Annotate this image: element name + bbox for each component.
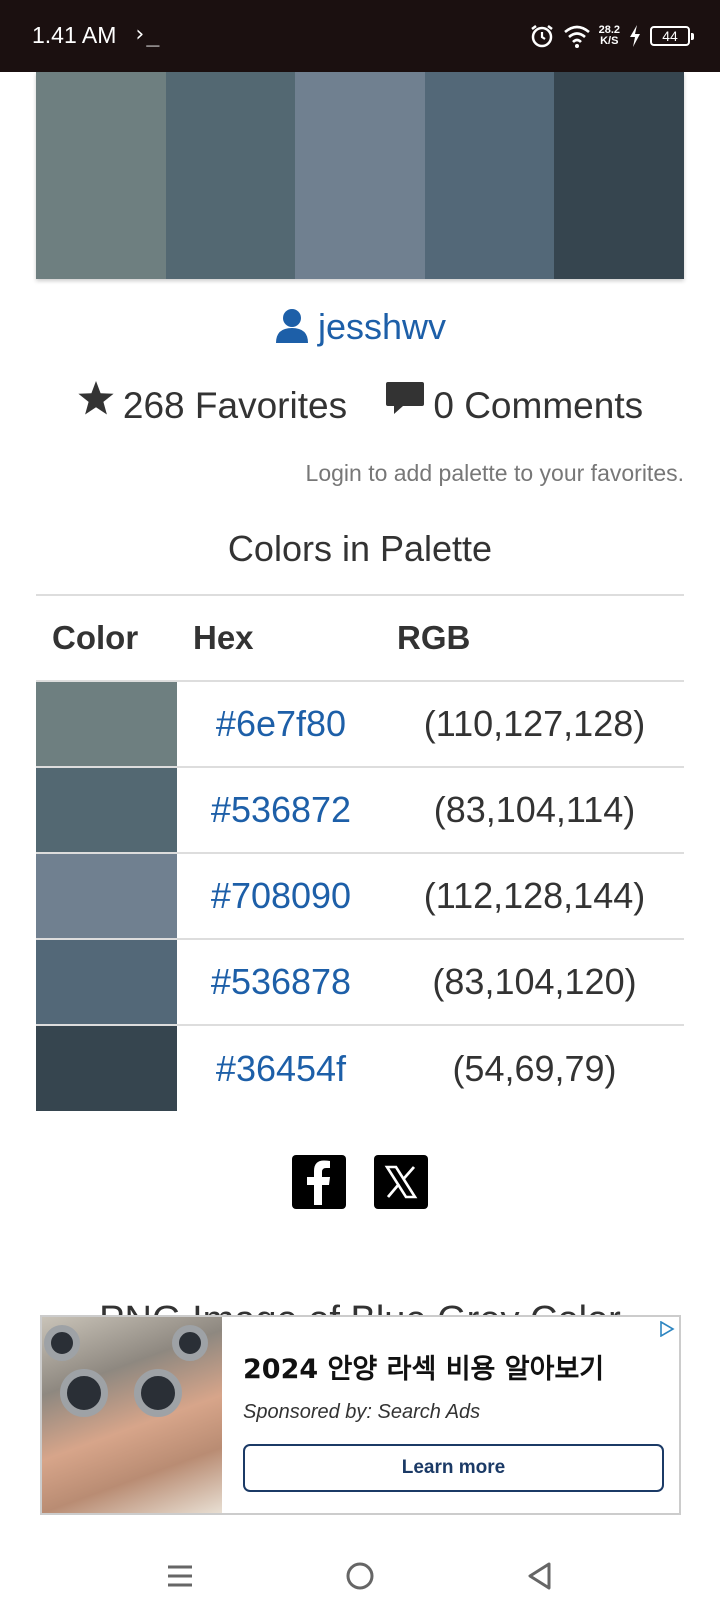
navigation-bar bbox=[0, 1538, 720, 1612]
login-note[interactable]: Login to add palette to your favorites. bbox=[306, 460, 684, 487]
hex-value[interactable]: #536878 bbox=[177, 939, 385, 1026]
home-icon[interactable] bbox=[342, 1558, 378, 1594]
color-swatch bbox=[36, 1025, 177, 1111]
ad-image-lens bbox=[60, 1369, 108, 1417]
ad-image-lens bbox=[172, 1325, 208, 1361]
palette-swatch[interactable] bbox=[36, 72, 166, 279]
section-title: Colors in Palette bbox=[227, 528, 493, 569]
alarm-icon bbox=[530, 25, 553, 48]
author-link[interactable]: jesshwv bbox=[0, 306, 720, 348]
palette-swatch[interactable] bbox=[554, 72, 684, 279]
palette-stats: 268 Favorites 0 Comments bbox=[0, 380, 720, 427]
ad-choices-icon[interactable] bbox=[659, 1321, 675, 1337]
status-icons: 28.2 K/S 44 bbox=[529, 18, 694, 54]
rgb-value: (112,128,144) bbox=[385, 853, 684, 940]
wifi-icon bbox=[563, 25, 590, 48]
ad-image-lens bbox=[134, 1369, 182, 1417]
back-icon[interactable] bbox=[522, 1558, 558, 1594]
comment-icon bbox=[386, 382, 425, 414]
color-swatch bbox=[36, 767, 177, 854]
rgb-value: (54,69,79) bbox=[452, 1047, 617, 1089]
table-row: #536878 (83,104,120) bbox=[36, 939, 684, 1026]
ad-image[interactable] bbox=[42, 1317, 222, 1513]
favorites-count: 268 Favorites bbox=[122, 385, 348, 426]
rgb-value: (83,104,114) bbox=[385, 767, 684, 854]
terminal-icon: ›_ bbox=[133, 22, 160, 47]
color-swatch bbox=[36, 853, 177, 940]
ad-learn-more-button[interactable]: Learn more bbox=[243, 1444, 664, 1492]
table-header-row: Color Hex RGB bbox=[36, 594, 684, 682]
table-row: #708090 (112,128,144) bbox=[36, 853, 684, 940]
ad-headline[interactable]: 2024 안양 라섹 비용 알아보기 bbox=[243, 1347, 604, 1386]
social-share bbox=[0, 1155, 720, 1209]
speed-unit: K/S bbox=[600, 35, 619, 47]
palette-preview[interactable] bbox=[36, 72, 684, 279]
ad-image-lens bbox=[44, 1325, 80, 1361]
menu-icon[interactable] bbox=[162, 1558, 198, 1594]
color-swatch bbox=[36, 681, 177, 768]
table-row: #536872 (83,104,114) bbox=[36, 767, 684, 854]
table-row: #6e7f80 (110,127,128) bbox=[36, 681, 684, 768]
network-speed: 28.2 K/S bbox=[599, 25, 620, 47]
star-icon bbox=[78, 381, 114, 415]
hex-value[interactable]: #536872 bbox=[177, 767, 385, 854]
author-name: jesshwv bbox=[317, 306, 447, 347]
hex-value[interactable]: #708090 bbox=[177, 853, 385, 940]
palette-swatch[interactable] bbox=[295, 72, 425, 279]
column-header-hex: Hex bbox=[177, 594, 385, 682]
colors-table: Color Hex RGB #6e7f80 (110,127,128) #536… bbox=[36, 594, 684, 1111]
palette-swatch[interactable] bbox=[165, 72, 296, 279]
charging-icon bbox=[630, 25, 640, 47]
comments-count: 0 Comments bbox=[433, 385, 644, 426]
table-row: #36454f (54,69,79) bbox=[36, 1025, 684, 1111]
favorites-stat[interactable]: 268 Favorites bbox=[77, 380, 347, 427]
status-time: 1.41 AM bbox=[32, 22, 117, 48]
rgb-value: (83,104,120) bbox=[385, 939, 684, 1026]
facebook-icon bbox=[306, 1160, 330, 1205]
column-header-rgb: RGB bbox=[385, 594, 684, 682]
comments-stat[interactable]: 0 Comments bbox=[385, 380, 643, 427]
ad-banner[interactable]: 2024 안양 라섹 비용 알아보기 Sponsored by: Search … bbox=[40, 1315, 681, 1515]
battery-icon: 44 bbox=[650, 26, 694, 46]
rgb-value: (110,127,128) bbox=[385, 681, 684, 768]
hex-value[interactable]: #36454f bbox=[177, 1025, 385, 1111]
user-icon bbox=[275, 309, 308, 343]
color-swatch bbox=[36, 939, 177, 1026]
x-share-button[interactable] bbox=[374, 1155, 429, 1209]
ad-sponsor: Sponsored by: Search Ads bbox=[243, 1401, 481, 1423]
x-icon bbox=[384, 1165, 418, 1199]
status-bar: 1.41 AM ›_ 28.2 K/S 44 bbox=[0, 0, 720, 72]
column-header-color: Color bbox=[36, 594, 177, 682]
palette-swatch[interactable] bbox=[424, 72, 555, 279]
facebook-share-button[interactable] bbox=[291, 1155, 346, 1209]
hex-value[interactable]: #6e7f80 bbox=[177, 681, 385, 768]
